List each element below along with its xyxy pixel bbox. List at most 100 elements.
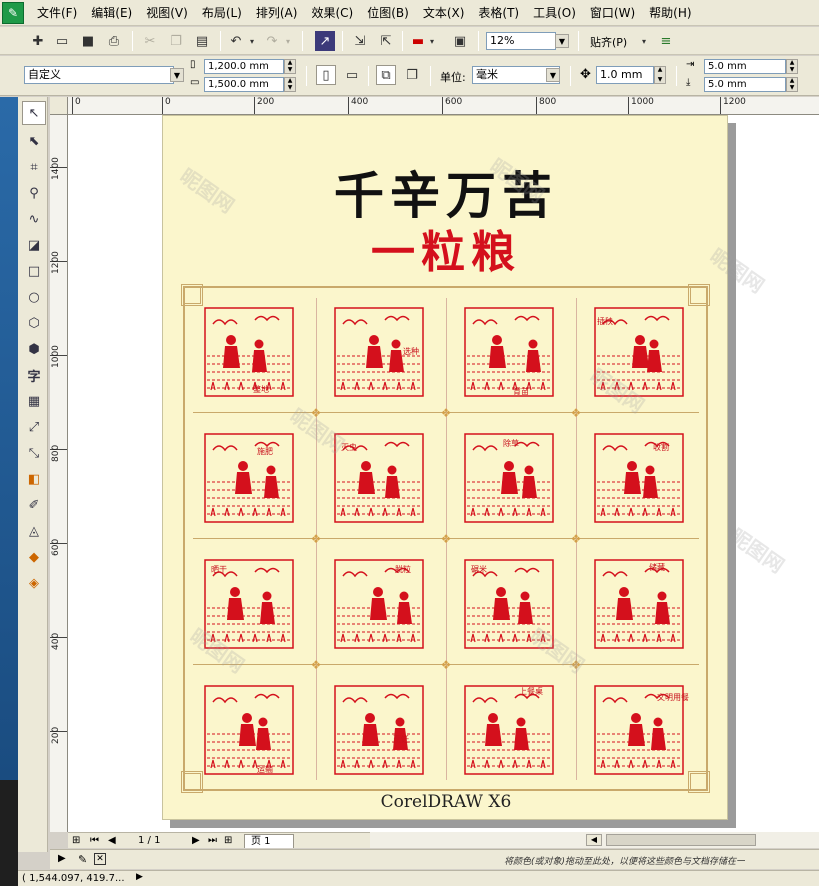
nudge-spinner[interactable]: ▲ ▼	[654, 66, 666, 84]
basic-shapes-icon[interactable]: ⬢	[22, 337, 46, 361]
polygon-tool-icon[interactable]: ⬡	[22, 311, 46, 335]
crop-tool-icon[interactable]: ⌗	[22, 155, 46, 179]
duplicate-y-field[interactable]: 5.0 mm	[704, 77, 786, 92]
papercut-panel[interactable]: 选种	[333, 306, 425, 398]
publish-icon[interactable]: ▬	[408, 31, 428, 51]
status-expand-icon[interactable]: ▶	[136, 872, 143, 882]
horizontal-scrollbar[interactable]: ◀	[370, 832, 819, 848]
undo-dropdown-icon[interactable]: ▾	[246, 31, 258, 51]
all-pages-icon[interactable]: ⧉	[376, 65, 396, 85]
duplicate-y-spinner[interactable]: ▲ ▼	[786, 77, 798, 92]
papercut-panel[interactable]: 施肥	[203, 432, 295, 524]
snap-to-button[interactable]: 贴齐(P)	[590, 34, 627, 50]
papercut-panel[interactable]: 收割	[593, 432, 685, 524]
duplicate-x-spinner[interactable]: ▲ ▼	[786, 59, 798, 74]
add-page-icon[interactable]: ⊞	[72, 834, 80, 848]
add-page-after-icon[interactable]: ⊞	[224, 834, 232, 848]
panel-frame[interactable]: ❖ ❖ ❖ ❖ ❖ ❖ ❖ ❖ ❖ 整地 选种 育苗 插秧 施肥 灭虫 除草 收割 晒干 脱粒 碾米…	[181, 284, 710, 793]
eyedropper-icon[interactable]: ✎	[78, 853, 87, 866]
shape-tool-icon[interactable]: ⬉	[22, 129, 46, 153]
papercut-panel[interactable]: 除草	[463, 432, 555, 524]
page-height-field[interactable]: 1,500.0 mm	[204, 77, 284, 92]
menu-layout[interactable]: 布局(L)	[195, 2, 249, 24]
page-width-field[interactable]: 1,200.0 mm	[204, 59, 284, 74]
width-spinner[interactable]: ▲ ▼	[284, 59, 296, 74]
copy-icon[interactable]: ❐	[166, 31, 186, 51]
portrait-icon[interactable]: ▯	[316, 65, 336, 85]
rectangle-tool-icon[interactable]: □	[22, 259, 46, 283]
ruler-origin[interactable]	[50, 97, 68, 115]
chevron-down-icon[interactable]: ▼	[555, 34, 569, 48]
app-launcher-icon[interactable]: ↗	[315, 31, 335, 51]
print-icon[interactable]: ⎙	[104, 31, 124, 51]
eyedropper-tool-icon[interactable]: ✐	[22, 493, 46, 517]
menu-help[interactable]: 帮助(H)	[642, 2, 698, 24]
cut-icon[interactable]: ✂	[140, 31, 160, 51]
papercut-panel[interactable]: 脱粒	[333, 558, 425, 650]
prev-page-icon[interactable]: ◀	[108, 834, 116, 848]
scroll-left-icon[interactable]: ◀	[586, 834, 602, 846]
brand-caption[interactable]: CorelDRAW X6	[163, 792, 729, 812]
next-page-icon[interactable]: ▶	[192, 834, 200, 848]
menu-edit[interactable]: 编辑(E)	[84, 2, 139, 24]
export-icon[interactable]: ⇱	[376, 31, 396, 51]
menu-effects[interactable]: 效果(C)	[304, 2, 360, 24]
first-page-icon[interactable]: ⏮	[90, 834, 99, 848]
menu-bitmaps[interactable]: 位图(B)	[360, 2, 416, 24]
papercut-panel[interactable]: 晒干	[203, 558, 295, 650]
zoom-tool-icon[interactable]: ⚲	[22, 181, 46, 205]
papercut-panel[interactable]: 育苗	[463, 306, 555, 398]
menu-text[interactable]: 文本(X)	[416, 2, 472, 24]
redo-dropdown-icon[interactable]: ▾	[282, 31, 294, 51]
height-spinner[interactable]: ▲ ▼	[284, 77, 296, 92]
scroll-thumb[interactable]	[606, 834, 756, 846]
poster-subtitle[interactable]: 一粒粮	[163, 216, 729, 280]
page-tab[interactable]: 页 1	[244, 834, 294, 848]
redo-icon[interactable]: ↷	[262, 31, 282, 51]
text-tool-icon[interactable]: 字	[22, 363, 46, 387]
menu-file[interactable]: 文件(F)	[30, 2, 84, 24]
papercut-panel[interactable]: 储藏	[593, 558, 685, 650]
papercut-panel[interactable]: 灭虫	[333, 432, 425, 524]
table-tool-icon[interactable]: ▦	[22, 389, 46, 413]
papercut-panel[interactable]: 烹饪	[333, 684, 425, 776]
welcome-icon[interactable]: ▣	[450, 31, 470, 51]
import-icon[interactable]: ⇲	[350, 31, 370, 51]
palette-play-icon[interactable]: ▶	[58, 853, 66, 864]
smart-fill-icon[interactable]: ◪	[22, 233, 46, 257]
menu-arrange[interactable]: 排列(A)	[249, 2, 305, 24]
zoom-level-field[interactable]: 12%	[486, 32, 556, 50]
connector-tool-icon[interactable]: ⤡	[22, 441, 46, 465]
papercut-panel[interactable]: 运输	[203, 684, 295, 776]
menu-view[interactable]: 视图(V)	[139, 2, 195, 24]
papercut-panel[interactable]: 文明用餐	[593, 684, 689, 776]
new-icon[interactable]: ✚	[28, 31, 48, 51]
vertical-ruler[interactable]: 1400 1200 1000 800 600 400 200	[50, 115, 68, 832]
papercut-panel[interactable]: 插秧	[593, 306, 685, 398]
ellipse-tool-icon[interactable]: ○	[22, 285, 46, 309]
page-preset-select[interactable]: 自定义	[24, 66, 174, 84]
papercut-panel[interactable]: 整地	[203, 306, 295, 398]
blend-tool-icon[interactable]: ◧	[22, 467, 46, 491]
drawing-canvas[interactable]: 千辛万苦 一粒粮 ❖ ❖ ❖ ❖ ❖ ❖ ❖ ❖ ❖ 整地 选种 育苗 插秧 施…	[68, 115, 819, 832]
paste-icon[interactable]: ▤	[192, 31, 212, 51]
outline-tool-icon[interactable]: ◬	[22, 519, 46, 543]
interactive-fill-icon[interactable]: ◈	[22, 571, 46, 595]
open-icon[interactable]: ▭	[52, 31, 72, 51]
dimension-tool-icon[interactable]: ⤢	[22, 415, 46, 439]
last-page-icon[interactable]: ⏭	[208, 834, 217, 848]
current-page-icon[interactable]: ❐	[402, 65, 422, 85]
horizontal-ruler[interactable]: 0 0 200 400 600 800 1000 1200	[68, 97, 819, 115]
papercut-panel[interactable]: 碾米	[463, 558, 555, 650]
duplicate-x-field[interactable]: 5.0 mm	[704, 59, 786, 74]
nudge-distance-field[interactable]: 1.0 mm	[596, 66, 654, 84]
chevron-down-icon[interactable]: ▼	[170, 68, 184, 82]
landscape-icon[interactable]: ▭	[342, 65, 362, 85]
pick-tool-icon[interactable]: ↖	[22, 101, 46, 125]
menu-window[interactable]: 窗口(W)	[583, 2, 642, 24]
fill-tool-icon[interactable]: ◆	[22, 545, 46, 569]
menu-table[interactable]: 表格(T)	[471, 2, 526, 24]
menu-tools[interactable]: 工具(O)	[526, 2, 583, 24]
options-icon[interactable]: ≡	[656, 31, 676, 51]
undo-icon[interactable]: ↶	[226, 31, 246, 51]
